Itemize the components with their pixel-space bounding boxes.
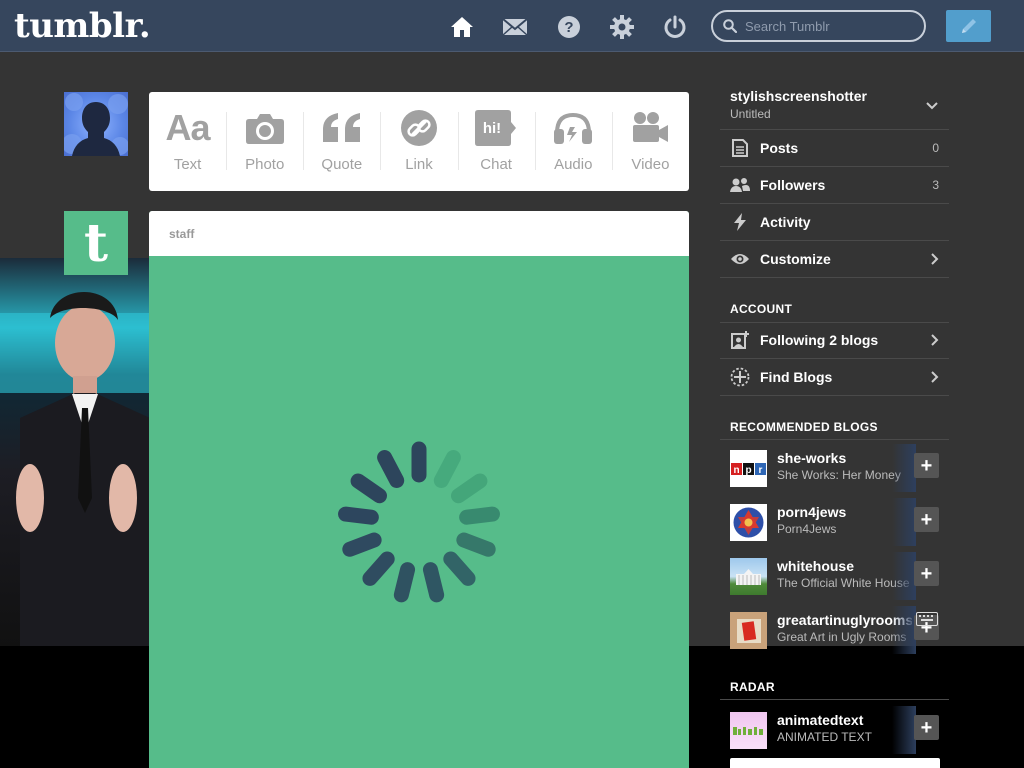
sidebar-item-customize[interactable]: Customize xyxy=(720,241,949,278)
blog-subtitle: Untitled xyxy=(730,107,771,121)
search-box[interactable] xyxy=(711,10,926,42)
porn4jews-thumbnail xyxy=(730,504,767,541)
chat-icon: hi! xyxy=(475,108,517,148)
fade-overlay xyxy=(892,444,916,492)
compass-icon xyxy=(720,367,760,387)
fade-overlay xyxy=(892,552,916,600)
sidebar-decorative-photo xyxy=(0,258,150,646)
post-author[interactable]: staff xyxy=(149,211,689,256)
settings-icon[interactable] xyxy=(609,14,635,40)
text-aa-icon: Aa xyxy=(165,107,211,148)
recommended-blog-item[interactable]: porn4jews Porn4Jews + xyxy=(720,494,949,548)
posts-icon xyxy=(720,139,760,157)
search-icon xyxy=(723,19,737,33)
chevron-down-icon xyxy=(926,102,938,110)
svg-text:hi!: hi! xyxy=(483,120,501,137)
npr-thumbnail: npr xyxy=(730,450,767,487)
staff-avatar[interactable]: t xyxy=(64,211,128,275)
fade-overlay xyxy=(892,606,916,654)
compose-button[interactable] xyxy=(946,10,991,42)
top-navigation: tumblr. ? xyxy=(0,0,1024,52)
video-camera-icon xyxy=(631,108,669,148)
post-type-label: Photo xyxy=(245,156,285,173)
post-type-label: Chat xyxy=(480,156,512,173)
sidebar-item-following[interactable]: Following 2 blogs xyxy=(720,322,949,359)
recommended-section-title: RECOMMENDED BLOGS xyxy=(730,420,878,434)
animatedtext-thumbnail xyxy=(730,712,767,749)
lightning-icon xyxy=(720,213,760,231)
sidebar-item-label: Customize xyxy=(760,251,831,267)
recommended-blog-item[interactable]: npr she-works She Works: Her Money + xyxy=(720,440,949,494)
camera-icon xyxy=(245,108,285,148)
svg-text:p: p xyxy=(745,465,751,476)
power-icon[interactable] xyxy=(662,14,688,40)
post-type-label: Video xyxy=(631,156,670,173)
sidebar-item-label: Find Blogs xyxy=(760,369,833,385)
search-input[interactable] xyxy=(745,18,905,34)
section-divider xyxy=(720,699,949,700)
staff-logo-glyph: t xyxy=(83,212,109,274)
keyboard-icon xyxy=(916,612,938,626)
svg-text:n: n xyxy=(733,465,739,476)
headphones-icon xyxy=(553,108,593,148)
follow-plus-button[interactable]: + xyxy=(914,453,939,478)
quote-icon xyxy=(321,108,363,148)
greatart-thumbnail xyxy=(730,612,767,649)
pencil-icon xyxy=(961,19,976,33)
sidebar-item-label: Followers xyxy=(760,177,826,193)
help-icon[interactable]: ? xyxy=(556,14,582,40)
link-icon xyxy=(400,108,438,148)
chevron-right-icon xyxy=(931,371,939,383)
post-type-video[interactable]: Video xyxy=(611,92,689,191)
recommended-blog-item[interactable]: greatartinuglyrooms Great Art in Ugly Ro… xyxy=(720,602,949,656)
account-section-title: ACCOUNT xyxy=(730,302,793,316)
following-icon xyxy=(720,331,760,349)
blog-name: stylishscreenshotter xyxy=(730,88,867,104)
svg-text:r: r xyxy=(759,465,763,476)
sidebar-item-label: Posts xyxy=(760,140,799,156)
post-type-text[interactable]: Aa Text xyxy=(149,92,226,191)
post-type-bar: Aa Text Photo Quote Link hi! Chat Audio xyxy=(149,92,689,191)
radar-post-preview[interactable] xyxy=(730,758,940,768)
tumblr-logo[interactable]: tumblr. xyxy=(14,6,151,46)
followers-icon xyxy=(720,177,760,193)
home-icon[interactable] xyxy=(449,14,475,40)
follow-plus-button[interactable]: + xyxy=(914,507,939,532)
eye-icon xyxy=(720,252,760,266)
blog-switcher[interactable]: stylishscreenshotter Untitled xyxy=(720,86,949,130)
recommended-blog-item[interactable]: whitehouse The Official White House + xyxy=(720,548,949,602)
fade-overlay xyxy=(892,706,916,754)
post-type-photo[interactable]: Photo xyxy=(226,92,303,191)
chevron-right-icon xyxy=(931,253,939,265)
radar-blog-item[interactable]: animatedtext ANIMATED TEXT + xyxy=(720,702,949,756)
whitehouse-thumbnail xyxy=(730,558,767,595)
sidebar-item-followers[interactable]: Followers 3 xyxy=(720,167,949,204)
sidebar-item-label: Following 2 blogs xyxy=(760,332,879,348)
post-card: staff xyxy=(149,211,689,768)
follow-plus-button[interactable]: + xyxy=(914,715,939,740)
post-type-label: Text xyxy=(173,156,202,173)
post-type-label: Audio xyxy=(554,156,593,173)
followers-count: 3 xyxy=(932,178,939,192)
sidebar-item-activity[interactable]: Activity xyxy=(720,204,949,241)
posts-count: 0 xyxy=(932,141,939,155)
post-type-quote[interactable]: Quote xyxy=(303,92,380,191)
radar-section-title: RADAR xyxy=(730,680,775,694)
post-type-label: Link xyxy=(405,156,433,173)
svg-text:?: ? xyxy=(564,19,573,36)
post-type-chat[interactable]: hi! Chat xyxy=(457,92,535,191)
mail-icon[interactable] xyxy=(502,14,528,40)
follow-plus-button[interactable]: + xyxy=(914,561,939,586)
sidebar-item-label: Activity xyxy=(760,214,811,230)
post-type-label: Quote xyxy=(321,156,363,173)
sidebar-item-find-blogs[interactable]: Find Blogs xyxy=(720,359,949,396)
sidebar-item-posts[interactable]: Posts 0 xyxy=(720,130,949,167)
chevron-right-icon xyxy=(931,334,939,346)
post-type-link[interactable]: Link xyxy=(380,92,457,191)
loading-spinner-icon xyxy=(338,441,500,603)
fade-overlay xyxy=(892,498,916,546)
user-avatar[interactable] xyxy=(64,92,128,156)
post-type-audio[interactable]: Audio xyxy=(534,92,612,191)
